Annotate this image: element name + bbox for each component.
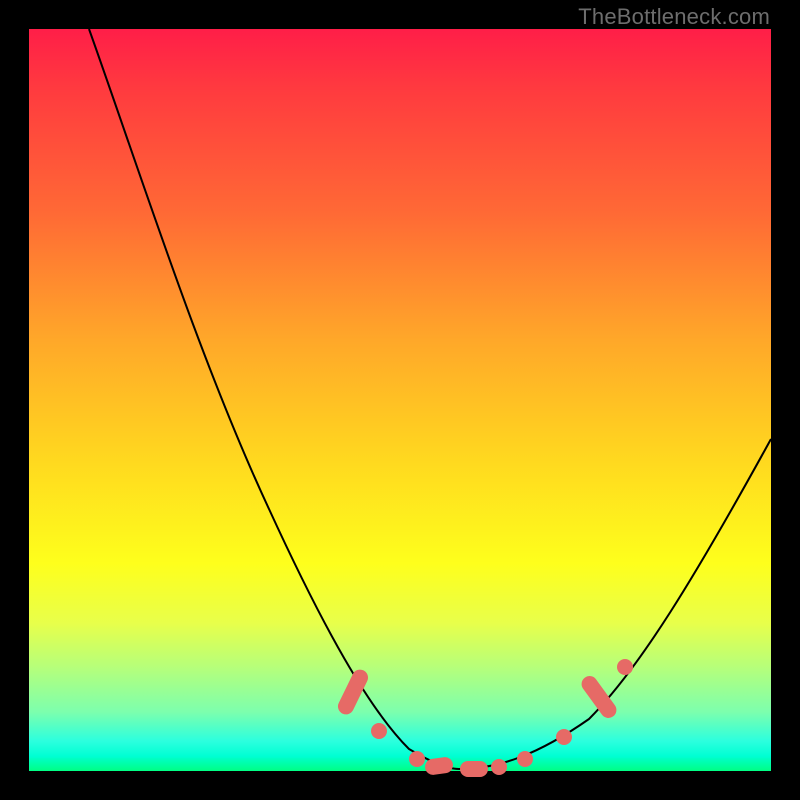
marker-right-upper	[617, 659, 633, 675]
marker-left-lower	[371, 723, 387, 739]
curve-left-branch	[89, 29, 459, 769]
watermark-text: TheBottleneck.com	[578, 4, 770, 30]
marker-bottom-1	[409, 751, 425, 767]
curve-right-branch	[459, 439, 771, 769]
marker-right-lower	[556, 729, 572, 745]
marker-bottom-3	[517, 751, 533, 767]
marker-bottom-2	[491, 759, 507, 775]
bottleneck-curve	[29, 29, 771, 771]
marker-right-cluster	[578, 673, 619, 721]
marker-group	[335, 659, 633, 777]
marker-bottom-pill-2	[460, 761, 488, 777]
chart-frame: TheBottleneck.com	[0, 0, 800, 800]
